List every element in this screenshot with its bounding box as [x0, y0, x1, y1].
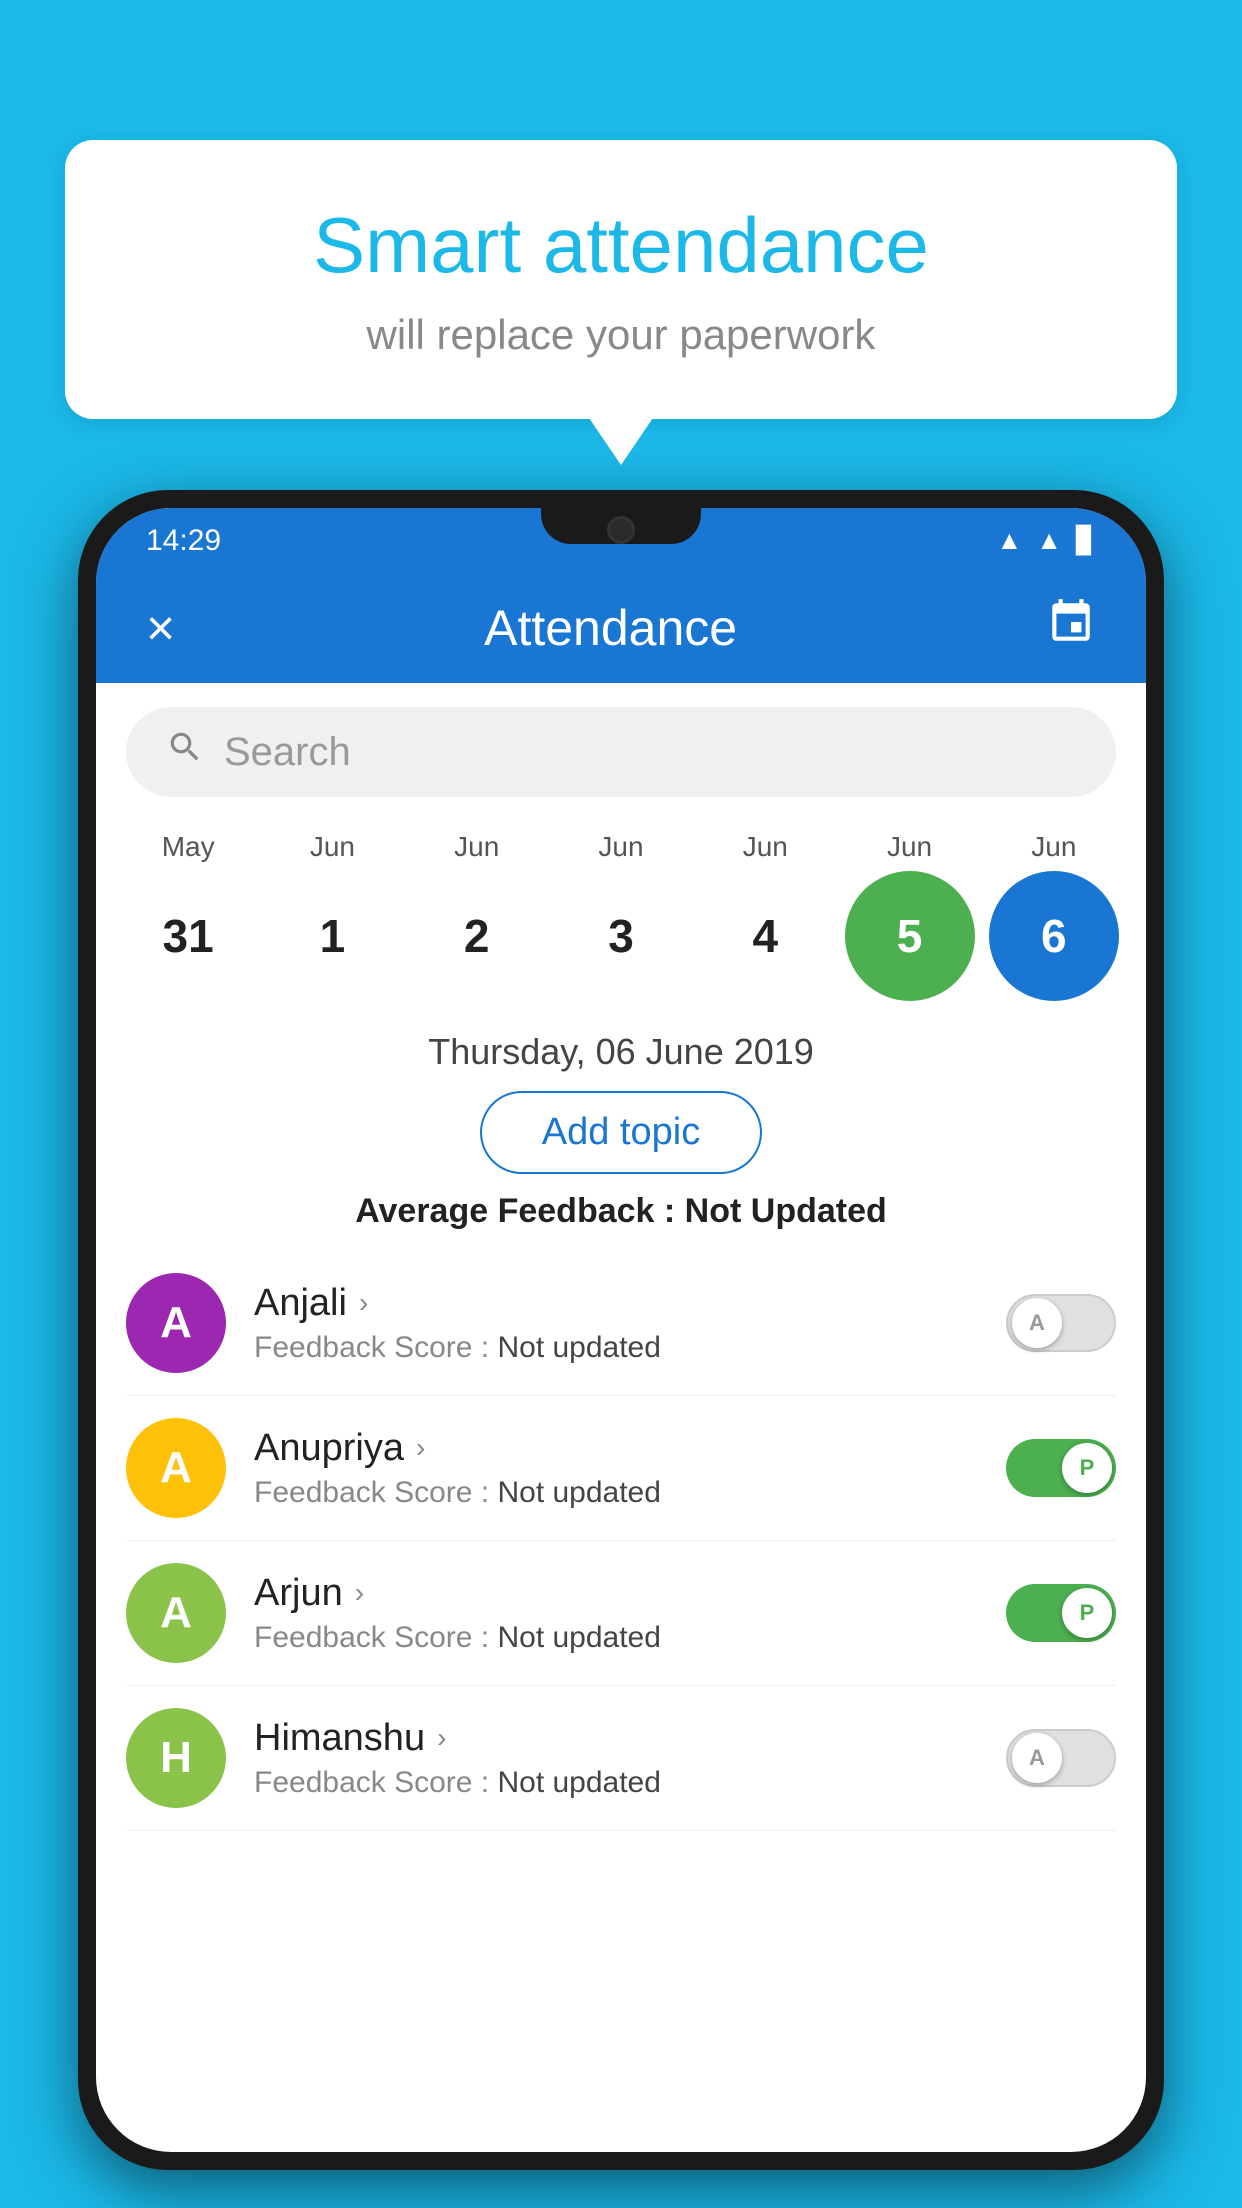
- signal-icon: ▲: [1036, 525, 1062, 556]
- calendar-months-row: May Jun Jun Jun Jun Jun Jun: [96, 821, 1146, 867]
- student-name[interactable]: Himanshu ›: [254, 1717, 1006, 1760]
- attendance-toggle-container[interactable]: P: [1006, 1584, 1116, 1642]
- cal-month-6: Jun: [989, 831, 1119, 863]
- cal-day-2[interactable]: 2: [412, 871, 542, 1001]
- list-item: H Himanshu › Feedback Score : Not update…: [126, 1686, 1116, 1831]
- chevron-right-icon: ›: [355, 1577, 364, 1609]
- student-feedback: Feedback Score : Not updated: [254, 1621, 1006, 1655]
- cal-day-6[interactable]: 6: [989, 871, 1119, 1001]
- cal-day-4[interactable]: 4: [700, 871, 830, 1001]
- cal-day-1[interactable]: 1: [267, 871, 397, 1001]
- search-bar[interactable]: Search: [126, 707, 1116, 797]
- avatar: A: [126, 1418, 226, 1518]
- app-bar: × Attendance: [96, 573, 1146, 683]
- chevron-right-icon: ›: [359, 1287, 368, 1319]
- student-list: A Anjali › Feedback Score : Not updated …: [96, 1251, 1146, 1831]
- calendar-button[interactable]: [1046, 597, 1096, 659]
- phone-outer: 14:29 ▲ ▲ ▊ × Attendance: [78, 490, 1164, 2170]
- attendance-toggle-container[interactable]: A: [1006, 1294, 1116, 1352]
- search-placeholder: Search: [224, 730, 351, 775]
- cal-month-1: Jun: [267, 831, 397, 863]
- toggle-knob: P: [1062, 1588, 1112, 1638]
- cal-month-2: Jun: [412, 831, 542, 863]
- attendance-toggle[interactable]: A: [1006, 1729, 1116, 1787]
- avatar: H: [126, 1708, 226, 1808]
- list-item: A Anjali › Feedback Score : Not updated …: [126, 1251, 1116, 1396]
- attendance-toggle[interactable]: P: [1006, 1584, 1116, 1642]
- feedback-value: Not updated: [497, 1331, 660, 1364]
- speech-bubble-section: Smart attendance will replace your paper…: [65, 140, 1177, 419]
- bubble-title: Smart attendance: [145, 200, 1097, 291]
- avatar: A: [126, 1563, 226, 1663]
- phone-container: 14:29 ▲ ▲ ▊ × Attendance: [78, 490, 1164, 2208]
- avg-feedback: Average Feedback : Not Updated: [96, 1192, 1146, 1231]
- toggle-knob: A: [1012, 1733, 1062, 1783]
- speech-bubble: Smart attendance will replace your paper…: [65, 140, 1177, 419]
- chevron-right-icon: ›: [416, 1432, 425, 1464]
- student-info: Arjun › Feedback Score : Not updated: [254, 1572, 1006, 1655]
- calendar-days-row: 31 1 2 3 4 5 6: [96, 867, 1146, 1021]
- feedback-value: Not updated: [497, 1766, 660, 1799]
- avatar: A: [126, 1273, 226, 1373]
- student-feedback: Feedback Score : Not updated: [254, 1476, 1006, 1510]
- student-name[interactable]: Anupriya ›: [254, 1427, 1006, 1470]
- avg-feedback-value: Not Updated: [685, 1192, 887, 1230]
- attendance-toggle[interactable]: P: [1006, 1439, 1116, 1497]
- feedback-value: Not updated: [497, 1621, 660, 1654]
- cal-month-3: Jun: [556, 831, 686, 863]
- student-info: Himanshu › Feedback Score : Not updated: [254, 1717, 1006, 1800]
- attendance-toggle[interactable]: A: [1006, 1294, 1116, 1352]
- close-button[interactable]: ×: [146, 599, 175, 657]
- bubble-subtitle: will replace your paperwork: [145, 311, 1097, 359]
- battery-icon: ▊: [1076, 525, 1096, 556]
- student-feedback: Feedback Score : Not updated: [254, 1766, 1006, 1800]
- selected-date: Thursday, 06 June 2019: [96, 1031, 1146, 1073]
- student-info: Anjali › Feedback Score : Not updated: [254, 1282, 1006, 1365]
- status-icons: ▲ ▲ ▊: [997, 525, 1096, 556]
- cal-day-31[interactable]: 31: [123, 871, 253, 1001]
- student-feedback: Feedback Score : Not updated: [254, 1331, 1006, 1365]
- cal-day-3[interactable]: 3: [556, 871, 686, 1001]
- add-topic-button[interactable]: Add topic: [480, 1091, 762, 1174]
- attendance-toggle-container[interactable]: A: [1006, 1729, 1116, 1787]
- avg-feedback-label: Average Feedback :: [355, 1192, 684, 1230]
- cal-month-5: Jun: [845, 831, 975, 863]
- student-name[interactable]: Anjali ›: [254, 1282, 1006, 1325]
- cal-month-4: Jun: [700, 831, 830, 863]
- wifi-icon: ▲: [997, 525, 1023, 556]
- list-item: A Anupriya › Feedback Score : Not update…: [126, 1396, 1116, 1541]
- app-title: Attendance: [484, 599, 737, 657]
- toggle-knob: A: [1012, 1298, 1062, 1348]
- student-info: Anupriya › Feedback Score : Not updated: [254, 1427, 1006, 1510]
- feedback-value: Not updated: [497, 1476, 660, 1509]
- list-item: A Arjun › Feedback Score : Not updated P: [126, 1541, 1116, 1686]
- toggle-knob: P: [1062, 1443, 1112, 1493]
- cal-month-0: May: [123, 831, 253, 863]
- phone-screen: 14:29 ▲ ▲ ▊ × Attendance: [96, 508, 1146, 2152]
- chevron-right-icon: ›: [437, 1722, 446, 1754]
- cal-day-5[interactable]: 5: [845, 871, 975, 1001]
- status-time: 14:29: [146, 524, 221, 558]
- phone-camera: [607, 516, 635, 544]
- attendance-toggle-container[interactable]: P: [1006, 1439, 1116, 1497]
- student-name[interactable]: Arjun ›: [254, 1572, 1006, 1615]
- search-icon: [166, 728, 204, 776]
